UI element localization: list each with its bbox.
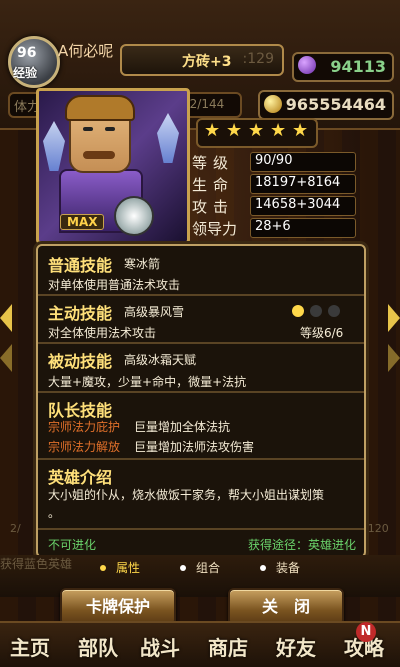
normal-skill-name: 寒冰箭 [124,257,161,271]
tile-banner: 方砖+3 :129 [120,44,284,76]
right-count-ghost: /120 [364,522,389,535]
player-level: 96 [17,45,37,61]
next-hero-arrow-2[interactable] [388,344,400,372]
active-skill-desc: 对全体使用法术攻击 [48,326,157,340]
tile-label: 方砖+3 [182,54,232,70]
divider [38,528,364,530]
coin-icon [264,95,282,113]
stat-box: 18197+8164 [250,174,356,194]
divider [38,458,364,460]
stat-key: 攻击 [192,198,235,216]
passive-skill-desc: 大量+魔攻，少量+命中，微量+法抗 [48,375,247,389]
passive-skill-title: 被动技能 [48,352,113,371]
star-rating: ★ ★ ★ ★ ★ [196,118,318,148]
stat-value: 14658+3044 [255,197,341,212]
star-icon: ★ [248,120,265,141]
crystal-left-icon [43,121,65,171]
stat-box: 28+6 [250,218,356,238]
stat-leadership: 领导力 28+6 [192,218,362,238]
tab-dot-icon [100,565,106,571]
hero-mustache [83,151,115,159]
bottom-nav [0,621,400,667]
left-count-ghost: 2/ [10,522,21,535]
divider [38,391,364,393]
next-hero-arrow[interactable] [388,304,400,332]
normal-skill-desc: 对单体使用普通法术攻击 [48,278,181,292]
tab-combo[interactable]: 组合 [196,559,220,576]
hero-eye-left [83,127,93,131]
tile-ghost: :129 [242,51,274,67]
level-dot-filled [292,305,304,317]
new-badge-icon: N [356,622,376,642]
stat-hp: 生命 18197+8164 [192,174,362,194]
intro-title: 英雄介绍 [48,468,113,487]
leader-skill-1-label: 宗师法力庇护 [48,420,121,434]
level-dot-empty [310,305,322,317]
nav-shop[interactable]: 商店 [208,632,248,661]
nav-home[interactable]: 主页 [10,632,50,661]
star-icon: ★ [226,120,243,141]
stat-attack: 攻击 14658+3044 [192,196,362,216]
gem-icon [298,56,316,74]
hero-max-tag: MAX [60,214,105,230]
stat-key: 领导力 [192,220,238,238]
leader-skill-2-label: 宗师法力解放 [48,440,121,454]
intro-line-2: 。 [48,506,61,520]
gem-counter[interactable]: 94113 [292,52,394,82]
player-name: A何必呢 [58,42,114,60]
stat-box: 90/90 [250,152,356,172]
star-icon: ★ [204,120,221,141]
level-dot-empty [328,305,340,317]
intro-line-1: 大小姐的仆从，烧水做饭干家务，帮大小姐出谋划策 [48,488,325,502]
hero-eye-right [105,127,115,131]
obtain-method: 获得途径：英雄进化 [247,538,356,552]
gem-value: 94113 [330,57,386,76]
stat-value: 28+6 [255,219,291,234]
evolve-status: 不可进化 [48,538,97,552]
nav-friends[interactable]: 好友 [276,632,316,661]
stat-key: 等级 [192,154,235,172]
prev-hero-arrow-2[interactable] [0,344,12,372]
stat-key: 生命 [192,176,235,194]
divider [38,342,364,344]
ghost-hint: 获得蓝色英雄 [0,557,73,571]
stat-value: 18197+8164 [255,175,341,190]
divider [38,294,364,296]
exp-label: 经验 [13,66,38,80]
stat-value: 90/90 [255,153,293,168]
tab-dot-icon [260,565,266,571]
normal-skill-title: 普通技能 [48,256,113,275]
gold-counter[interactable]: 965554464 [258,90,394,120]
leader-skill-2-desc: 巨量增加法师法攻伤害 [134,440,255,454]
mic-badge-icon [114,196,154,236]
nav-battle[interactable]: 战斗 [140,632,180,661]
active-skill-title: 主动技能 [48,304,113,323]
prev-hero-arrow[interactable] [0,304,12,332]
active-skill-level: 等级6/6 [300,326,344,340]
leader-skill-1-desc: 巨量增加全体法抗 [134,420,231,434]
tab-equipment[interactable]: 装备 [276,559,300,576]
stat-level: 等级 90/90 [192,152,362,172]
star-icon: ★ [292,120,309,141]
stat-box: 14658+3044 [250,196,356,216]
active-skill-name: 高级暴风雪 [124,305,185,319]
tab-dot-icon [180,565,186,571]
hero-hair [65,95,135,121]
hero-detail-panel: 普通技能 寒冰箭 对单体使用普通法术攻击 主动技能 高级暴风雪 对全体使用法术攻… [36,244,366,558]
nav-troops[interactable]: 部队 [78,632,118,661]
star-icon: ★ [270,120,287,141]
crystal-right-icon [157,113,179,163]
player-level-badge[interactable]: 96 经验 [8,36,60,88]
gold-value: 965554464 [285,95,386,114]
tab-attributes[interactable]: 属性 [116,559,140,576]
passive-skill-name: 高级冰霜天赋 [124,353,197,367]
